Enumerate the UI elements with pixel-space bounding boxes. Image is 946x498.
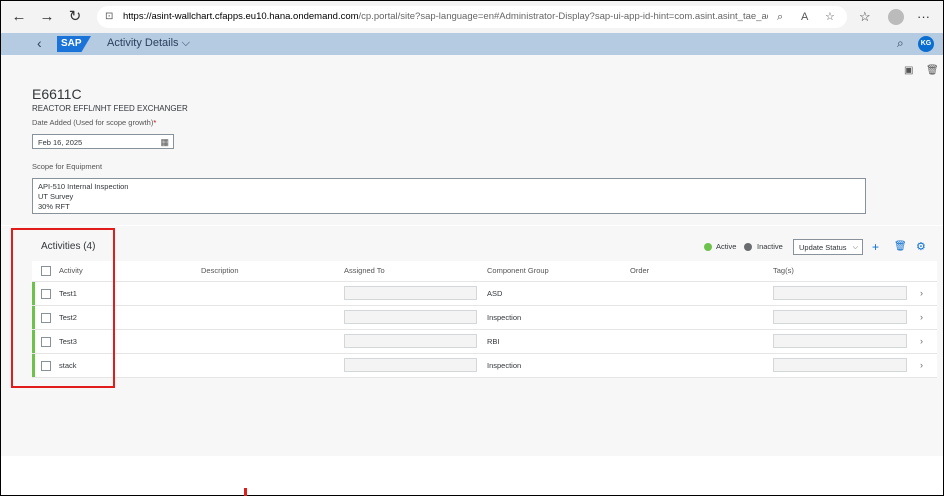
- active-status-icon: [704, 243, 712, 251]
- scope-line: 30% RFT: [38, 202, 70, 211]
- read-aloud-icon[interactable]: A: [801, 6, 808, 28]
- favorite-star-icon[interactable]: ☆: [825, 6, 835, 28]
- tags-field[interactable]: [773, 334, 907, 348]
- app-title[interactable]: Activity Details ⌵: [107, 37, 190, 50]
- table-header-row: Activity Description Assigned To Compone…: [32, 261, 937, 282]
- browser-profile-icon[interactable]: [888, 9, 904, 25]
- zoom-icon[interactable]: ⌕: [777, 6, 783, 28]
- equipment-id: E6611C: [32, 86, 82, 102]
- url-text: https://asint-wallchart.cfapps.eu10.hana…: [123, 6, 768, 28]
- assigned-to-field[interactable]: [344, 286, 477, 300]
- scope-textarea[interactable]: API-510 Internal Inspection UT Survey 30…: [32, 178, 866, 214]
- chevron-down-icon: ⌵: [852, 244, 858, 251]
- legend-inactive-label: Inactive: [757, 242, 783, 251]
- save-icon[interactable]: ▣: [904, 65, 913, 76]
- delete-row-icon[interactable]: 🗑: [894, 240, 907, 254]
- table-row[interactable]: Test2 Inspection ›: [32, 306, 937, 330]
- tags-field[interactable]: [773, 286, 907, 300]
- update-status-select[interactable]: Update Status ⌵: [793, 239, 863, 255]
- assigned-to-field[interactable]: [344, 334, 477, 348]
- date-added-label: Date Added (Used for scope growth)*: [32, 118, 156, 127]
- required-marker: *: [153, 118, 157, 127]
- back-arrow-icon[interactable]: ←: [9, 7, 29, 27]
- chevron-right-icon[interactable]: ›: [920, 282, 923, 305]
- address-bar[interactable]: ⊡ https://asint-wallchart.cfapps.eu10.ha…: [97, 6, 847, 28]
- annotation-highlight-box: [11, 228, 115, 388]
- component-group: RBI: [487, 337, 500, 346]
- scope-label: Scope for Equipment: [32, 162, 103, 171]
- search-icon[interactable]: ⌕: [897, 36, 904, 51]
- legend-active-label: Active: [716, 242, 737, 251]
- component-group: Inspection: [487, 313, 522, 322]
- reload-icon[interactable]: ↻: [65, 7, 85, 27]
- date-added-label-text: Date Added (Used for scope growth): [32, 118, 154, 127]
- chevron-right-icon[interactable]: ›: [920, 306, 923, 329]
- scope-line: UT Survey: [38, 192, 74, 201]
- scope-line: API-510 Internal Inspection: [38, 182, 129, 191]
- component-group: Inspection: [487, 361, 522, 370]
- update-status-label: Update Status: [799, 243, 847, 252]
- add-icon[interactable]: +: [872, 240, 879, 254]
- more-menu-icon[interactable]: ···: [917, 7, 930, 27]
- annotation-mark: [244, 488, 247, 496]
- nav-back-icon[interactable]: ‹: [37, 35, 42, 51]
- tags-field[interactable]: [773, 358, 907, 372]
- shell-bar: ‹ SAP Activity Details ⌵ ⌕ KG: [1, 33, 943, 55]
- browser-toolbar: ← → ↻ ⊡ https://asint-wallchart.cfapps.e…: [1, 1, 943, 34]
- sap-logo[interactable]: SAP: [57, 36, 91, 52]
- inactive-status-icon: [744, 243, 752, 251]
- url-host: https://asint-wallchart.cfapps.eu10.hana…: [123, 11, 359, 22]
- date-added-value: Feb 16, 2025: [38, 138, 83, 147]
- col-description[interactable]: Description: [201, 261, 239, 281]
- delete-icon[interactable]: 🗑: [926, 65, 939, 76]
- tags-field[interactable]: [773, 310, 907, 324]
- calendar-icon[interactable]: ▦: [160, 135, 169, 150]
- col-tags[interactable]: Tag(s): [773, 261, 794, 281]
- chevron-down-icon: ⌵: [181, 37, 190, 49]
- chevron-right-icon[interactable]: ›: [920, 354, 923, 377]
- settings-gear-icon[interactable]: ⚙: [916, 240, 926, 254]
- equipment-description: REACTOR EFFL/NHT FEED EXCHANGER: [32, 104, 188, 113]
- site-info-icon[interactable]: ⊡: [105, 6, 113, 28]
- url-path: /cp.portal/site?sap-language=en#Administ…: [358, 11, 768, 22]
- favorites-icon[interactable]: ☆: [859, 7, 871, 27]
- table-row[interactable]: Test3 RBI ›: [32, 330, 937, 354]
- col-assigned-to[interactable]: Assigned To: [344, 261, 385, 281]
- col-component-group[interactable]: Component Group: [487, 261, 549, 281]
- table-row[interactable]: stack Inspection ›: [32, 354, 937, 378]
- col-order[interactable]: Order: [630, 261, 649, 281]
- assigned-to-field[interactable]: [344, 310, 477, 324]
- date-added-input[interactable]: Feb 16, 2025 ▦: [32, 134, 174, 149]
- component-group: ASD: [487, 289, 503, 298]
- chevron-right-icon[interactable]: ›: [920, 330, 923, 353]
- user-avatar[interactable]: KG: [918, 36, 934, 52]
- table-row[interactable]: Test1 ASD ›: [32, 282, 937, 306]
- app-title-text: Activity Details: [107, 37, 179, 49]
- assigned-to-field[interactable]: [344, 358, 477, 372]
- activities-table: Activity Description Assigned To Compone…: [32, 261, 937, 378]
- forward-arrow-icon[interactable]: →: [37, 7, 57, 27]
